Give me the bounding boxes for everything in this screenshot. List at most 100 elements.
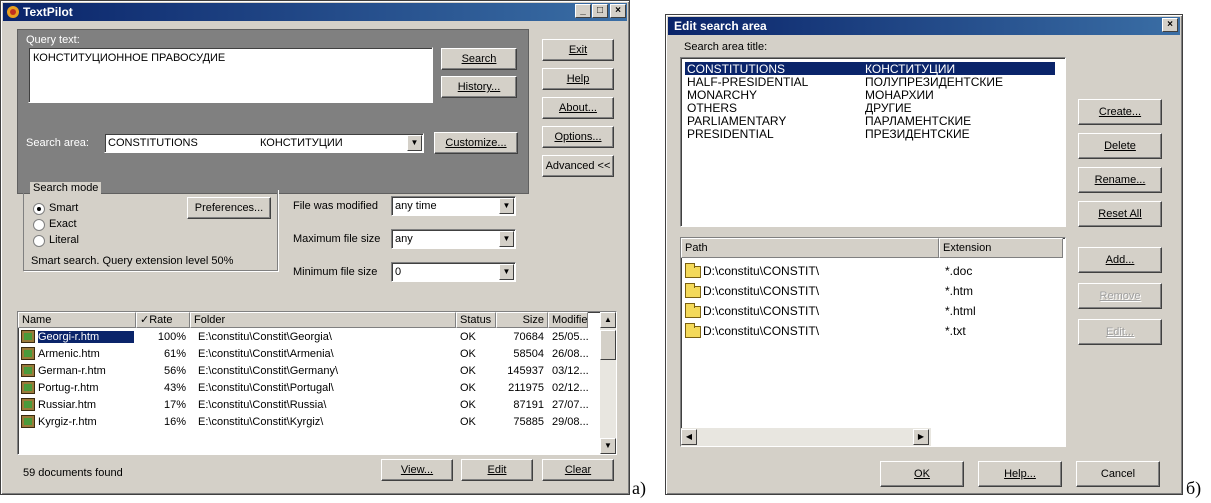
rename-button[interactable]: Rename... [1078,167,1162,193]
cell-modified: 02/12... [552,382,589,394]
min-size-label: Minimum file size [293,266,378,278]
table-row[interactable]: D:\constitu\CONSTIT\ *.txt [685,322,1061,340]
cell-name: Georgi-r.htm [38,331,134,343]
view-button[interactable]: View... [381,459,453,481]
customize-button[interactable]: Customize... [434,132,518,154]
scroll-thumb[interactable] [600,330,616,360]
max-size-combo[interactable]: any ▼ [391,229,516,249]
cell-modified: 27/07... [552,399,589,411]
table-row[interactable]: Armenic.htm 61% E:\constitu\Constit\Armeni… [18,346,589,363]
table-row[interactable]: D:\constitu\CONSTIT\ *.html [685,302,1061,320]
scroll-right-icon[interactable]: ▶ [913,429,929,445]
list-item[interactable]: HALF-PRESIDENTIAL ПОЛУПРЕЗИДЕНТСКИЕ [685,75,1055,89]
radio-exact[interactable] [33,219,45,231]
reset-all-button[interactable]: Reset All [1078,201,1162,227]
help-button[interactable]: Help... [978,461,1062,487]
col-rate[interactable]: ✓Rate [136,312,190,328]
paths-hscrollbar[interactable]: ◀ ▶ [681,428,931,446]
exit-button[interactable]: Exit [542,39,614,61]
col-name[interactable]: Name [18,312,136,328]
close-icon[interactable]: × [610,4,626,18]
cell-name: Kyrgiz-r.htm [38,416,97,428]
col-size[interactable]: Size [496,312,548,328]
textpilot-titlebar: TextPilot [3,3,627,21]
results-scrollbar[interactable]: ▲ ▼ [600,312,616,454]
advanced-button[interactable]: Advanced << [542,155,614,177]
radio-smart[interactable] [33,203,45,215]
scroll-down-icon[interactable]: ▼ [600,438,616,454]
col-modified[interactable]: Modified [548,312,588,328]
preferences-button[interactable]: Preferences... [187,197,271,219]
edit-button[interactable]: Edit [461,459,533,481]
chevron-down-icon[interactable]: ▼ [499,198,514,214]
history-button[interactable]: History... [441,76,517,98]
search-area-list[interactable]: CONSTITUTIONS КОНСТИТУЦИИ HALF-PRESIDENTIA… [680,57,1066,227]
cell-rate: 43% [163,382,186,394]
options-button[interactable]: Options... [542,126,614,148]
scroll-left-icon[interactable]: ◀ [681,429,697,445]
minimize-icon[interactable]: _ [575,4,591,18]
search-area-combo[interactable]: CONSTITUTIONS КОНСТИТУЦИИ ▼ [104,133,424,153]
col-path[interactable]: Path [681,238,939,258]
min-size-value: 0 [395,266,402,278]
remove-button[interactable]: Remove [1078,283,1162,309]
cell-modified: 03/12... [552,365,589,377]
cell-folder: E:\constitu\Constit\Armenia\ [198,348,334,360]
list-item[interactable]: MONARCHY МОНАРХИИ [685,88,1055,102]
table-row[interactable]: D:\constitu\CONSTIT\ *.htm [685,282,1061,300]
chevron-down-icon[interactable]: ▼ [499,264,514,280]
help-button[interactable]: Help [542,68,614,90]
cell-size: 58504 [513,348,544,360]
chevron-down-icon[interactable]: ▼ [407,135,422,151]
maximize-icon[interactable]: □ [592,4,608,18]
modified-combo[interactable]: any time ▼ [391,196,516,216]
max-size-label: Maximum file size [293,233,381,245]
table-row[interactable]: Portug-r.htm 43% E:\constitu\Constit\Portu… [18,380,589,397]
area-name-ru: ПРЕЗИДЕНТСКИЕ [865,127,970,141]
list-item[interactable]: PARLIAMENTARY ПАРЛАМЕНТСКИЕ [685,114,1055,128]
table-row[interactable]: Kyrgiz-r.htm 16% E:\constitu\Constit\Kyrgi… [18,414,589,431]
table-row[interactable]: D:\constitu\CONSTIT\ *.doc [685,262,1061,280]
cell-folder: E:\constitu\Constit\Portugal\ [198,382,334,394]
table-row[interactable]: German-r.htm 56% E:\constitu\Constit\Germa… [18,363,589,380]
table-row[interactable]: Georgi-r.htm 100% E:\constitu\Constit\Geor… [18,329,589,346]
cell-name: Armenic.htm [38,348,100,360]
area-name-ru: ПОЛУПРЕЗИДЕНТСКИЕ [865,75,1003,89]
delete-button[interactable]: Delete [1078,133,1162,159]
max-size-value: any [395,233,413,245]
col-status[interactable]: Status [456,312,496,328]
clear-button[interactable]: Clear [542,459,614,481]
caption-a: а) [632,478,646,498]
list-item[interactable]: CONSTITUTIONS КОНСТИТУЦИИ [685,62,1055,76]
edit-path-button[interactable]: Edit... [1078,319,1162,345]
col-extension[interactable]: Extension [939,238,1063,258]
path-value: D:\constitu\CONSTIT\ [703,284,820,298]
table-row[interactable]: Russiar.htm 17% E:\constitu\Constit\Russia… [18,397,589,414]
close-icon[interactable]: × [1162,18,1178,32]
query-input[interactable]: КОНСТИТУЦИОННОЕ ПРАВОСУДИЕ [28,47,433,103]
html-file-icon [21,364,35,377]
paths-list[interactable]: Path Extension D:\constitu\CONSTIT\ *.doc… [680,237,1066,447]
html-file-icon [21,347,35,360]
radio-exact-label: Exact [49,218,77,230]
chevron-down-icon[interactable]: ▼ [499,231,514,247]
col-folder[interactable]: Folder [190,312,456,328]
area-name-ru: КОНСТИТУЦИИ [865,62,956,76]
scroll-up-icon[interactable]: ▲ [600,312,616,328]
list-item[interactable]: PRESIDENTIAL ПРЕЗИДЕНТСКИЕ [685,127,1055,141]
create-button[interactable]: Create... [1078,99,1162,125]
list-item[interactable]: OTHERS ДРУГИЕ [685,101,1055,115]
cell-name: Russiar.htm [38,399,97,411]
ok-button[interactable]: OK [880,461,964,487]
radio-literal[interactable] [33,235,45,247]
search-button[interactable]: Search [441,48,517,70]
min-size-combo[interactable]: 0 ▼ [391,262,516,282]
path-value: D:\constitu\CONSTIT\ [703,324,820,338]
about-button[interactable]: About... [542,97,614,119]
cancel-button[interactable]: Cancel [1076,461,1160,487]
search-area-label: Search area: [26,137,89,149]
query-text: КОНСТИТУЦИОННОЕ ПРАВОСУДИЕ [33,52,226,64]
add-button[interactable]: Add... [1078,247,1162,273]
results-list[interactable]: Name ✓Rate Folder Status Size Modified G… [17,311,617,455]
cell-rate: 16% [163,416,186,428]
